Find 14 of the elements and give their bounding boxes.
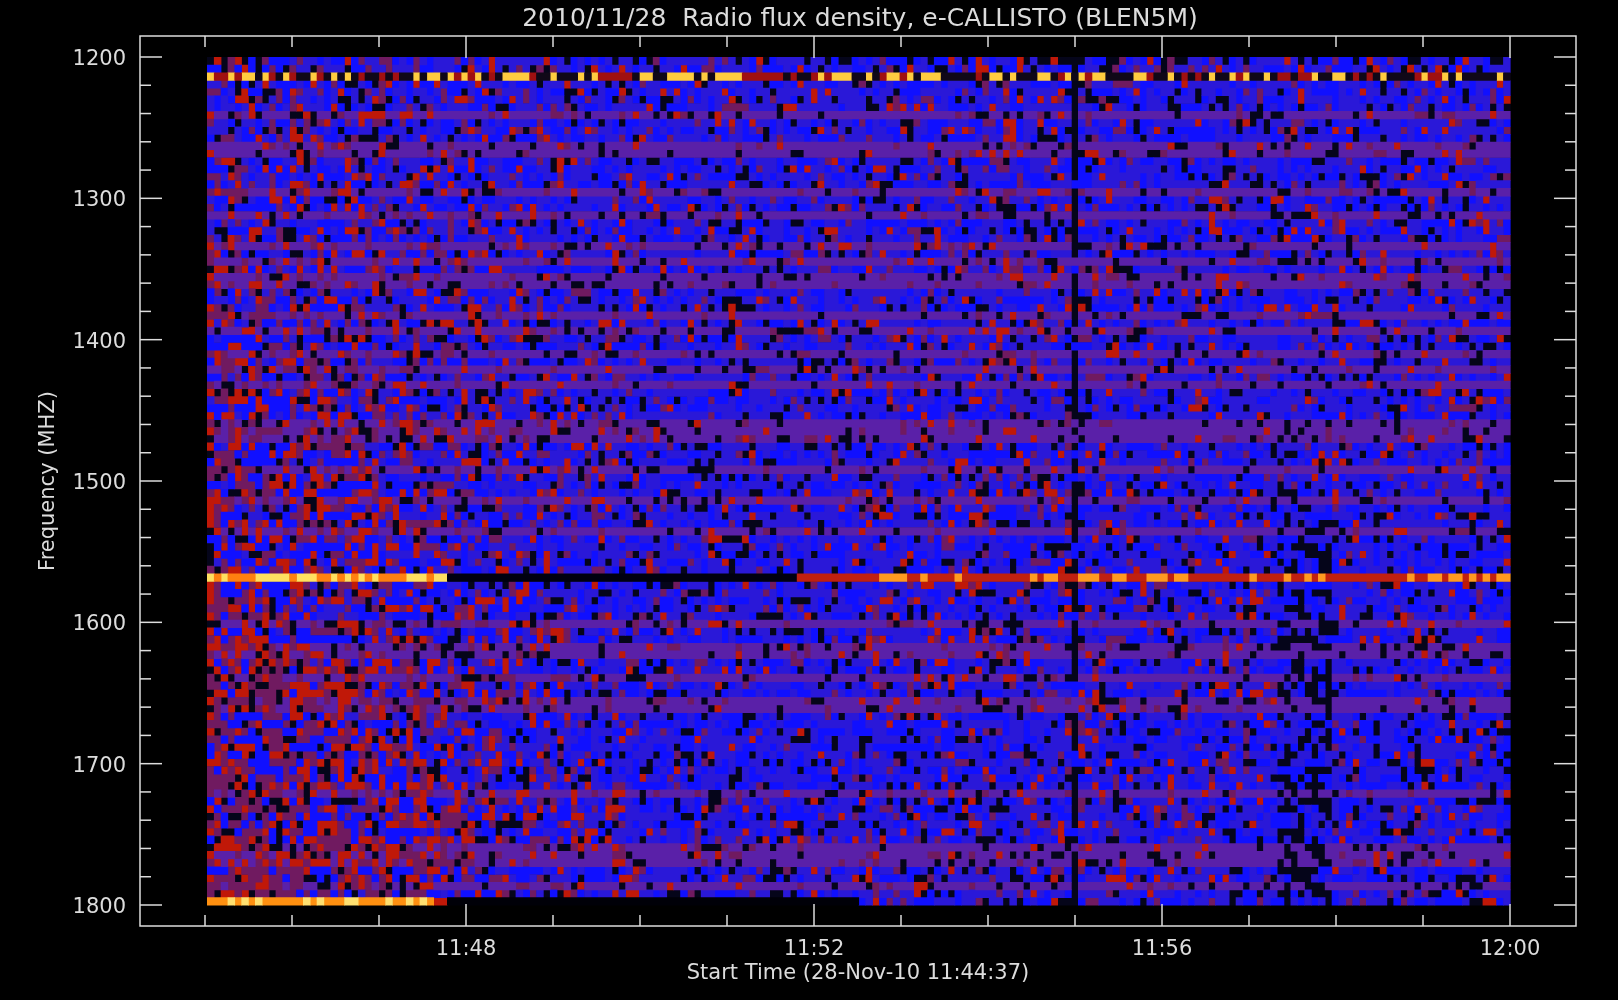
x-axis-title: Start Time (28-Nov-10 11:44:37) (686, 960, 1030, 984)
x-tick-label: 12:00 (1479, 936, 1541, 960)
x-tick-label: 11:52 (783, 936, 845, 960)
y-tick-label: 1800 (72, 894, 126, 918)
y-tick-label: 1300 (72, 187, 126, 212)
y-tick-label: 1500 (72, 470, 126, 494)
y-tick-label: 1700 (72, 752, 126, 777)
x-tick-label: 11:48 (435, 936, 497, 960)
y-tick-label: 1200 (72, 46, 126, 70)
x-tick-label: 11:56 (1131, 936, 1193, 960)
chart-title: 2010/11/28 Radio flux density, e-CALLISTO (BLEN5M) (522, 3, 1198, 32)
y-tick-label: 1400 (72, 328, 126, 353)
y-axis-title: Frequency (MHZ) (35, 391, 59, 571)
y-tick-label: 1600 (72, 611, 126, 636)
